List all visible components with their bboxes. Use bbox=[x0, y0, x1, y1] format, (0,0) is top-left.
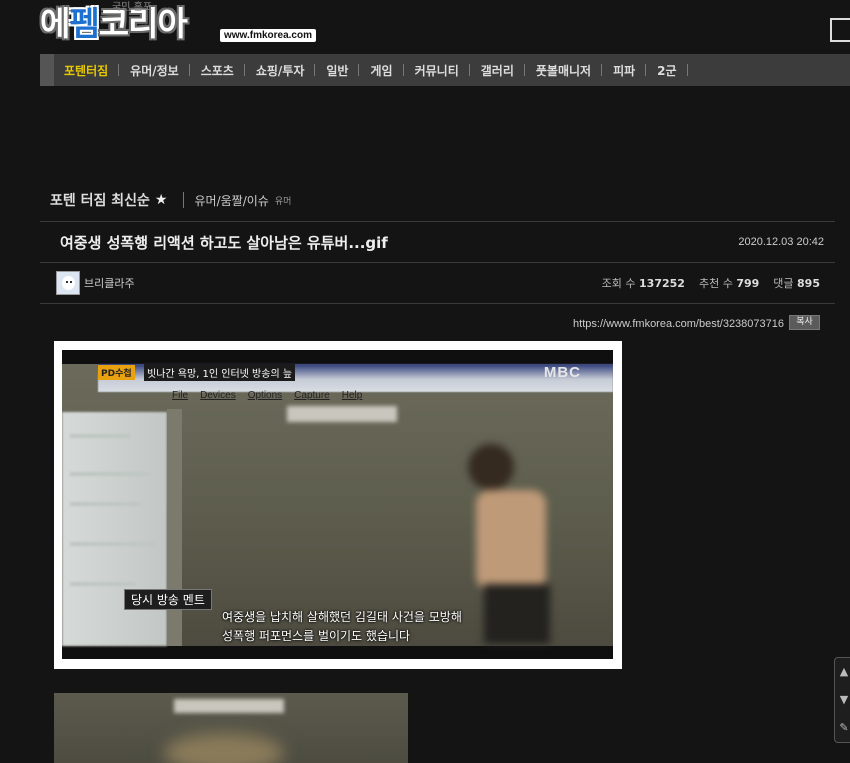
nav-item-general[interactable]: 일반 bbox=[315, 62, 360, 79]
breadcrumb-divider bbox=[183, 192, 185, 208]
video-frame: PD수첩 빗나간 욕망, 1인 인터넷 방송의 늪 File Devices Opt… bbox=[62, 350, 613, 659]
nav-item-gallery[interactable]: 갤러리 bbox=[470, 62, 526, 79]
comments-stat[interactable]: 댓글 895 bbox=[773, 275, 820, 291]
comment-icon[interactable]: ✎ bbox=[835, 714, 850, 742]
post-permalink[interactable]: https://www.fmkorea.com/best/3238073716 bbox=[573, 318, 784, 330]
avatar[interactable] bbox=[56, 271, 80, 295]
program-title: 빗나간 욕망, 1인 인터넷 방송의 늪 bbox=[144, 364, 296, 381]
author-name[interactable]: 브리클라주 bbox=[84, 275, 135, 291]
wall-vent bbox=[287, 406, 397, 422]
blurred-window bbox=[62, 412, 167, 646]
recommend-stat: 추천 수 799 bbox=[698, 277, 760, 290]
breadcrumb: 포텐 터짐 최신순 ★ 유머/움짤/이슈 유머 bbox=[50, 190, 291, 210]
scroll-up-icon[interactable]: ▲ bbox=[835, 658, 850, 686]
views-count: 137252 bbox=[639, 277, 685, 290]
breadcrumb-subcategory[interactable]: 유머 bbox=[275, 194, 292, 207]
comments-count: 895 bbox=[797, 277, 820, 290]
video-subtitle: 여중생을 납치해 살해했던 김길태 사건을 모방해 성폭행 퍼포먼스를 벌이기도… bbox=[222, 610, 462, 643]
divider bbox=[40, 303, 835, 304]
views-stat: 조회 수 137252 bbox=[601, 277, 685, 290]
divider bbox=[40, 262, 835, 263]
nav-item-fifa[interactable]: 피파 bbox=[602, 62, 647, 79]
menu-toggle-icon[interactable] bbox=[830, 18, 850, 42]
nav-item-2gun[interactable]: 2군 bbox=[646, 62, 688, 79]
post-date: 2020.12.03 20:42 bbox=[738, 236, 824, 248]
nav-item-poten[interactable]: 포텐터짐 bbox=[64, 62, 120, 79]
site-logo[interactable]: 국민 홈포 에펨코리아 bbox=[40, 2, 215, 44]
board-title[interactable]: 포텐 터짐 최신순 bbox=[50, 190, 150, 210]
caption-label: 당시 방송 멘트 bbox=[124, 589, 212, 610]
scroll-down-icon[interactable]: ▼ bbox=[835, 686, 850, 714]
nav-item-community[interactable]: 커뮤니티 bbox=[404, 62, 470, 79]
blurred-person bbox=[454, 434, 554, 644]
star-icon[interactable]: ★ bbox=[155, 192, 168, 208]
post-title: 여중생 성폭행 리액션 하고도 살아남은 유튜버...gif bbox=[60, 234, 388, 252]
main-nav: 포텐터짐 유머/정보 스포츠 쇼핑/투자 일반 게임 커뮤니티 갤러리 풋볼매니… bbox=[40, 54, 850, 86]
site-url[interactable]: www.fmkorea.com bbox=[220, 29, 316, 42]
scroll-widget: ▲ ▼ ✎ bbox=[834, 657, 850, 743]
channel-logo: MBC bbox=[543, 364, 581, 381]
breadcrumb-category[interactable]: 유머/움짤/이슈 bbox=[194, 192, 268, 209]
nav-item-humor[interactable]: 유머/정보 bbox=[119, 62, 190, 79]
door-frame bbox=[167, 409, 182, 646]
post-stats: 조회 수 137252 추천 수 799 댓글 895 bbox=[602, 275, 820, 291]
nav-item-sports[interactable]: 스포츠 bbox=[190, 62, 245, 79]
divider bbox=[40, 221, 835, 222]
nav-item-game[interactable]: 게임 bbox=[359, 62, 404, 79]
post-gif[interactable]: PD수첩 빗나간 욕망, 1인 인터넷 방송의 늪 File Devices Opt… bbox=[54, 341, 622, 669]
recommend-count: 799 bbox=[736, 277, 760, 290]
program-badge: PD수첩 bbox=[98, 365, 135, 380]
nav-item-football-manager[interactable]: 풋볼매니저 bbox=[525, 62, 603, 79]
logo-tagline: 국민 홈포 bbox=[112, 2, 152, 13]
post-gif-2[interactable] bbox=[54, 693, 408, 763]
nav-item-shopping[interactable]: 쇼핑/투자 bbox=[245, 62, 316, 79]
app-menu: File Devices Options Capture Help bbox=[172, 390, 363, 401]
copy-url-button[interactable]: 복사 bbox=[789, 315, 820, 330]
